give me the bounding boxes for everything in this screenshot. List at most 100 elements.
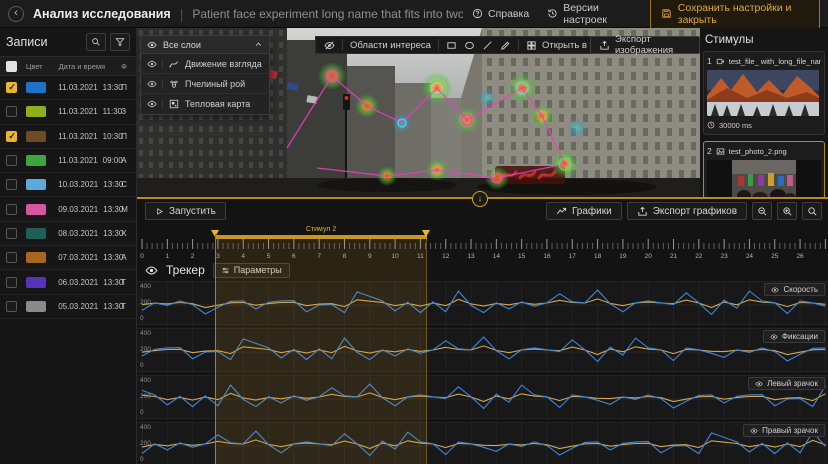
record-checkbox[interactable]: [6, 228, 17, 239]
stimulus-card-1[interactable]: 1 test_file_ with_long_file_name.mov: [703, 51, 825, 135]
record-row[interactable]: 11.03.202113:30 П: [0, 76, 136, 100]
record-row[interactable]: 08.03.202113:30 Х: [0, 222, 136, 246]
chart-left-pupil: 400 200 0 Левый зрачок: [137, 375, 828, 419]
record-row[interactable]: 09.03.202113:30 М: [0, 197, 136, 221]
svg-text:16: 16: [543, 253, 551, 259]
freehand-tool[interactable]: [500, 40, 511, 51]
line-tool[interactable]: [482, 40, 493, 51]
record-checkbox[interactable]: [6, 204, 17, 215]
svg-text:13: 13: [467, 253, 475, 259]
save-and-close-button[interactable]: Сохранить настройки и закрыть: [650, 0, 820, 30]
layers-dropdown-header[interactable]: Все слои: [141, 36, 269, 54]
clock-icon: [707, 121, 715, 129]
record-color-swatch: [26, 179, 46, 190]
playhead[interactable]: [215, 234, 217, 464]
filter-button[interactable]: [110, 33, 130, 51]
chart-toggle-fixations[interactable]: Фиксации: [763, 330, 825, 343]
save-icon: [661, 8, 672, 19]
aoi-visibility-toggle[interactable]: [324, 40, 335, 51]
eye-icon: [147, 99, 157, 109]
record-checkbox[interactable]: [6, 82, 17, 93]
record-row[interactable]: 06.03.202113:30 Т: [0, 270, 136, 294]
stimulus-thumbnail: [707, 160, 821, 202]
record-checkbox[interactable]: [6, 179, 17, 190]
run-button[interactable]: Запустить: [145, 202, 226, 220]
record-row[interactable]: 10.03.202113:30 С: [0, 173, 136, 197]
arrow-down-icon: ↓: [478, 193, 483, 203]
record-row[interactable]: 05.03.202113:30 Т: [0, 295, 136, 319]
export-charts-button[interactable]: Экспорт графиков: [627, 202, 747, 220]
chart-toggle-right-pupil[interactable]: Правый зрачок: [743, 424, 825, 437]
svg-text:6: 6: [292, 253, 296, 259]
record-checkbox[interactable]: [6, 252, 17, 263]
zoom-reset-button[interactable]: [802, 202, 822, 220]
eye-icon: [147, 79, 157, 89]
records-rows: 11.03.202113:30 П 11.03.202111:30 З 11.0…: [0, 76, 136, 319]
zoom-out-button[interactable]: [752, 202, 772, 220]
svg-text:24: 24: [746, 253, 754, 259]
svg-text:21: 21: [670, 253, 678, 259]
layer-item-heatmap[interactable]: Тепловая карта: [141, 94, 269, 114]
charts-button[interactable]: Графики: [546, 202, 622, 220]
record-row[interactable]: 11.03.202109:00 А: [0, 149, 136, 173]
settings-versions-button[interactable]: Версии настроек: [547, 2, 632, 26]
ellipse-icon: [464, 40, 475, 51]
video-icon: [716, 57, 725, 66]
search-button[interactable]: [86, 33, 106, 51]
timeline-ruler[interactable]: Стимул 2 0123456789101112131415161718192…: [137, 223, 828, 259]
record-name: С: [121, 180, 136, 189]
layer-item-gaze[interactable]: Движение взгляда: [141, 54, 269, 74]
toolbar-divider: [342, 39, 343, 51]
record-checkbox[interactable]: [6, 301, 17, 312]
stimulus-thumbnail: [707, 70, 821, 116]
record-date: 11.03.2021: [58, 156, 97, 165]
chart-fixations: 400 200 0 Фиксации: [137, 328, 828, 372]
history-icon: [547, 8, 558, 19]
ruler-ticks: 0123456789101112131415161718192021222324…: [137, 237, 828, 259]
zoom-in-button[interactable]: [777, 202, 797, 220]
eye-off-icon: [324, 40, 335, 51]
record-checkbox[interactable]: [6, 155, 17, 166]
aoi-label: Области интереса: [350, 40, 431, 51]
aoi-toolbar: Области интереса Открыть в таблице: [315, 36, 635, 54]
record-row[interactable]: 07.03.202113:30 А: [0, 246, 136, 270]
record-date: 08.03.2021: [58, 229, 98, 238]
export-image-button[interactable]: Экспорт изображения: [590, 36, 700, 54]
record-row[interactable]: 11.03.202111:30 З: [0, 100, 136, 124]
y-axis-label: 400: [140, 283, 151, 290]
experiment-name: Patient face experiment long name that f…: [192, 7, 463, 21]
rectangle-tool[interactable]: [446, 40, 457, 51]
parameters-button[interactable]: Параметры: [213, 263, 290, 278]
chart-toggle-left-pupil[interactable]: Левый зрачок: [748, 377, 825, 390]
record-checkbox[interactable]: [6, 106, 17, 117]
layer-visibility-toggle[interactable]: [147, 99, 163, 109]
eye-icon: [755, 380, 763, 388]
record-checkbox[interactable]: [6, 277, 17, 288]
eye-icon: [145, 264, 158, 277]
title-divider: |: [180, 6, 184, 22]
record-color-swatch: [26, 155, 46, 166]
layer-item-bee-swarm[interactable]: Пчелиный рой: [141, 74, 269, 94]
export-icon: [637, 206, 648, 217]
ellipse-tool[interactable]: [464, 40, 475, 51]
selection-end-marker[interactable]: [422, 230, 430, 237]
record-row[interactable]: 11.03.202110:30 П: [0, 125, 136, 149]
layer-visibility-toggle[interactable]: [147, 59, 163, 69]
help-button[interactable]: Справка: [472, 8, 529, 20]
record-checkbox[interactable]: [6, 131, 17, 142]
record-date: 10.03.2021: [58, 180, 98, 189]
layer-visibility-toggle[interactable]: [147, 79, 163, 89]
svg-text:15: 15: [518, 253, 526, 259]
chart-toggle-speed[interactable]: Скорость: [764, 283, 825, 296]
question-icon: [472, 8, 483, 19]
svg-text:1: 1: [165, 253, 169, 259]
y-axis-label: 400: [140, 377, 151, 384]
record-date: 09.03.2021: [58, 205, 98, 214]
record-time: 13:30: [103, 83, 123, 92]
back-button[interactable]: ‹: [8, 6, 24, 22]
collapse-panel-handle[interactable]: ↓: [472, 191, 488, 207]
select-all-checkbox[interactable]: [6, 61, 17, 72]
eye-icon: [147, 40, 157, 50]
chevron-up-icon: [254, 40, 263, 49]
chart-line-icon: [556, 206, 567, 217]
